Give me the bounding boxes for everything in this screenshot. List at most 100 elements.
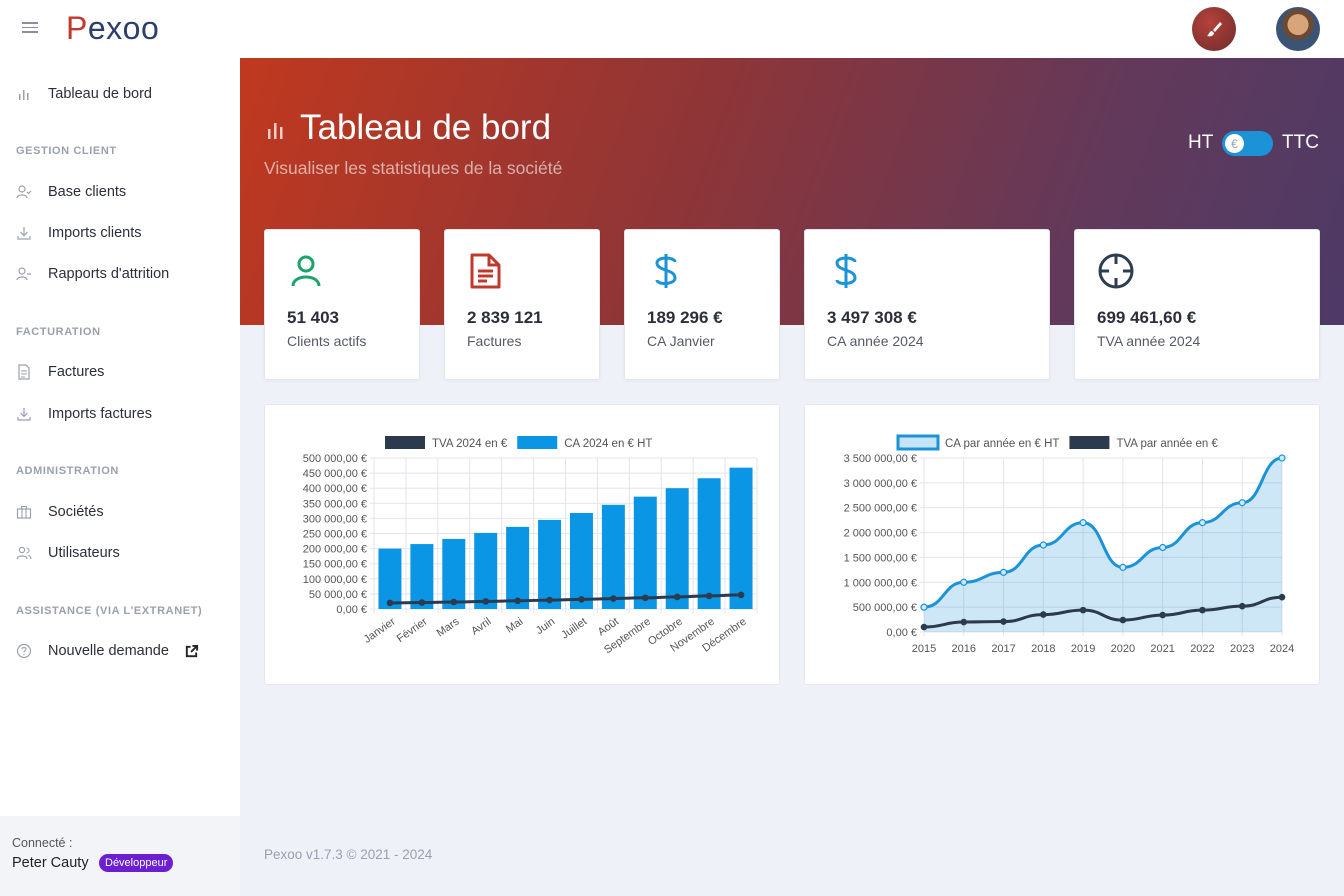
data-point xyxy=(705,592,713,600)
data-point xyxy=(450,598,458,606)
data-point xyxy=(1079,519,1087,527)
y-tick-label: 450 000,00 € xyxy=(303,468,367,480)
stat-label: CA Janvier xyxy=(647,333,715,349)
avatar[interactable] xyxy=(1276,7,1320,51)
dollar-icon xyxy=(655,254,677,288)
user-check-icon xyxy=(16,185,32,199)
x-tick-label: 2023 xyxy=(1230,643,1254,655)
stat-value: 3 497 308 € xyxy=(827,308,917,327)
data-point xyxy=(386,599,394,607)
sidebar-item-base-clients[interactable]: Base clients xyxy=(0,175,240,209)
y-tick-label: 0,00 € xyxy=(886,627,917,639)
y-tick-label: 1 500 000,00 € xyxy=(844,552,917,564)
bar xyxy=(569,512,593,609)
bar xyxy=(633,496,657,609)
sidebar-item-label: Utilisateurs xyxy=(48,545,120,561)
stat-value: 189 296 € xyxy=(647,308,723,327)
legend-swatch xyxy=(1069,436,1110,449)
user-minus-icon xyxy=(16,267,31,281)
data-point xyxy=(578,596,585,603)
bar-chart-icon xyxy=(268,123,283,139)
user-name: Peter Cauty xyxy=(12,855,89,871)
document-icon xyxy=(470,253,501,289)
sidebar-item-rapports-attrition[interactable]: Rapports d'attrition xyxy=(0,257,240,291)
data-point xyxy=(673,593,681,601)
y-tick-label: 2 500 000,00 € xyxy=(844,503,917,515)
stat-label: Factures xyxy=(467,333,522,349)
yearly-chart-card: 0,00 € 500 000,00 € 1 000 000,00 € 1 500 00… xyxy=(804,404,1320,685)
x-tick-label: 2020 xyxy=(1111,643,1135,655)
sidebar-item-label: Tableau de bord xyxy=(48,86,152,102)
x-tick-label: Juin xyxy=(534,616,557,637)
sidebar-item-dashboard[interactable]: Tableau de bord xyxy=(0,77,240,111)
x-tick-label: 2016 xyxy=(952,643,976,655)
data-point xyxy=(1278,593,1286,601)
data-point xyxy=(610,595,617,602)
data-point xyxy=(960,618,968,626)
sidebar-item-imports-factures[interactable]: Imports factures xyxy=(0,397,240,431)
data-point xyxy=(1238,499,1246,507)
data-point xyxy=(1238,602,1246,610)
role-badge: Développeur xyxy=(99,854,174,872)
sidebar-item-label: Imports factures xyxy=(48,406,152,422)
legend-label: CA par année en € HT xyxy=(945,438,1059,450)
data-point xyxy=(960,578,968,586)
connected-label: Connecté : xyxy=(12,836,73,850)
page-title: Tableau de bord xyxy=(300,108,552,147)
bar xyxy=(601,504,625,609)
y-tick-label: 500 000,00 € xyxy=(303,453,367,465)
y-tick-label: 3 500 000,00 € xyxy=(844,453,917,465)
briefcase-icon xyxy=(16,505,32,519)
stat-card-factures: 2 839 121 Factures xyxy=(444,229,600,380)
y-tick-label: 500 000,00 € xyxy=(853,602,917,614)
stat-card-ca-janvier: 189 296 € CA Janvier xyxy=(624,229,780,380)
data-point xyxy=(482,598,490,605)
sidebar: Tableau de bord GESTION CLIENT Base clie… xyxy=(0,58,240,896)
sidebar-item-imports-clients[interactable]: Imports clients xyxy=(0,216,240,250)
x-tick-label: 2021 xyxy=(1150,643,1174,655)
data-point xyxy=(920,623,928,631)
data-point xyxy=(1119,616,1127,624)
data-point xyxy=(1079,606,1087,614)
footer-version: Pexoo v1.7.3 © 2021 - 2024 xyxy=(264,847,433,862)
x-tick-label: Mars xyxy=(435,615,462,639)
sidebar-item-factures[interactable]: Factures xyxy=(0,355,240,389)
download-icon xyxy=(17,408,31,421)
bar xyxy=(665,488,689,609)
x-tick-label: 2015 xyxy=(912,643,936,655)
stat-card-clients: 51 403 Clients actifs xyxy=(264,229,420,380)
y-tick-label: 350 000,00 € xyxy=(303,498,367,510)
stat-label: CA année 2024 xyxy=(827,333,924,349)
data-point xyxy=(1159,543,1167,552)
paintbrush-icon xyxy=(1207,22,1222,37)
data-point xyxy=(1040,611,1047,618)
monthly-bar-chart: 0,00 € 50 000,00 € 100 000,00 € 150 000,00 … xyxy=(303,436,758,656)
y-tick-label: 150 000,00 € xyxy=(303,559,367,571)
toggle-ht-label: HT xyxy=(1188,132,1214,153)
page-subtitle: Visualiser les statistiques de la sociét… xyxy=(264,158,563,178)
yearly-area-chart: 0,00 € 500 000,00 € 1 000 000,00 € 1 500 00… xyxy=(844,434,1294,655)
sidebar-item-societes[interactable]: Sociétés xyxy=(0,495,240,529)
x-tick-label: Février xyxy=(395,615,430,645)
x-tick-label: Janvier xyxy=(362,615,398,645)
bar xyxy=(697,478,721,609)
sidebar-item-label: Imports clients xyxy=(48,225,142,241)
legend-swatch xyxy=(896,434,940,451)
menu-icon[interactable] xyxy=(22,22,38,36)
section-title-client: GESTION CLIENT xyxy=(16,145,117,157)
data-point xyxy=(546,596,553,604)
x-tick-label: 2019 xyxy=(1071,643,1095,655)
sidebar-item-utilisateurs[interactable]: Utilisateurs xyxy=(0,536,240,570)
x-tick-label: Juillet xyxy=(559,616,589,642)
bar xyxy=(538,519,562,609)
logo[interactable]: Pexoo xyxy=(66,10,159,47)
top-bar: Pexoo xyxy=(0,0,1344,58)
y-tick-label: 2 000 000,00 € xyxy=(844,528,917,540)
help-circle-icon xyxy=(16,643,32,659)
file-icon xyxy=(18,364,30,380)
data-point xyxy=(999,568,1008,576)
theme-button[interactable] xyxy=(1192,7,1236,51)
ht-ttc-toggle[interactable]: € xyxy=(1222,131,1273,156)
sidebar-item-nouvelle-demande[interactable]: Nouvelle demande xyxy=(0,634,240,668)
y-tick-label: 200 000,00 € xyxy=(303,544,367,556)
